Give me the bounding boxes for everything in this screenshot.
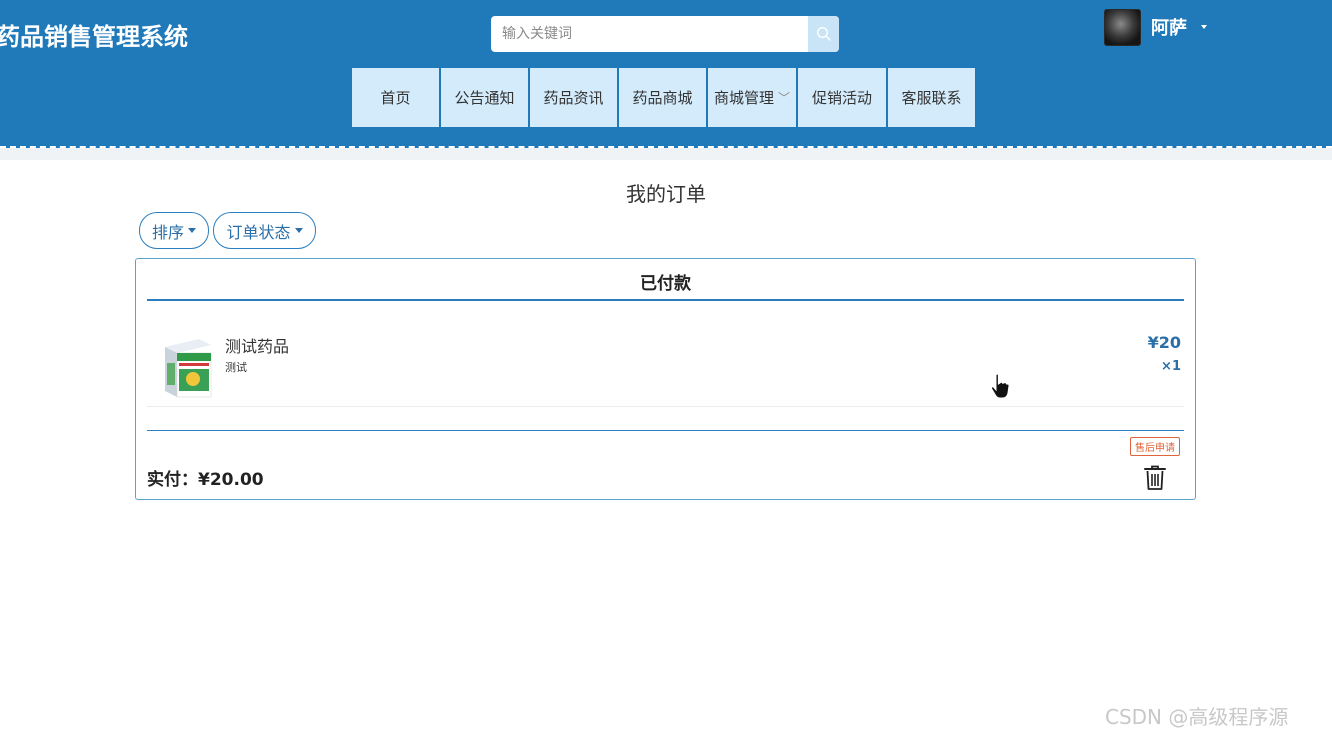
sort-dropdown[interactable]: 排序 — [139, 212, 209, 249]
chevron-down-icon: ﹀ — [778, 91, 791, 105]
order-status: 已付款 — [640, 274, 691, 294]
header-shadow — [0, 148, 1332, 160]
watermark: CSDN @高级程序源 — [1105, 705, 1289, 729]
item-description: 测试 — [225, 361, 247, 374]
paid-total: 实付：¥20.00 — [147, 470, 264, 490]
order-item[interactable]: 测试药品 测试 ¥20 ×1 — [147, 323, 1184, 407]
status-label: 订单状态 — [226, 222, 291, 242]
nav-item-promotions[interactable]: 促销活动 — [798, 68, 886, 127]
order-card: 已付款 测试药品 测试 ¥20 ×1 售后申请 实付：¥20.00 — [135, 258, 1196, 500]
order-status-dropdown[interactable]: 订单状态 — [213, 212, 316, 249]
hand-pointer-icon — [990, 373, 1010, 399]
username[interactable]: 阿萨 — [1151, 14, 1187, 40]
search-input[interactable] — [491, 16, 808, 52]
caret-down-icon — [188, 228, 196, 233]
search-button[interactable] — [808, 16, 839, 52]
item-price: ¥20 — [1147, 333, 1181, 352]
header-bar: 药品销售管理系统 阿萨 首页 公告通知 药品资讯 药品商城 商城管理 ﹀ 促销活动… — [0, 0, 1332, 148]
search-box — [491, 16, 839, 52]
nav-label: 促销活动 — [811, 89, 872, 107]
after-sale-button[interactable]: 售后申请 — [1130, 437, 1180, 456]
divider — [147, 430, 1184, 431]
user-menu[interactable]: 阿萨 — [1104, 8, 1207, 46]
nav-label: 公告通知 — [454, 89, 515, 107]
caret-down-icon — [294, 228, 303, 233]
sort-label: 排序 — [151, 222, 184, 242]
nav-label: 药品资讯 — [543, 89, 604, 107]
product-image[interactable] — [159, 333, 215, 399]
nav-item-notices[interactable]: 公告通知 — [441, 68, 528, 127]
item-quantity: ×1 — [1161, 359, 1181, 374]
search-icon — [816, 26, 831, 41]
nav-label: 药品商城 — [632, 89, 693, 107]
trash-icon[interactable] — [1143, 464, 1167, 491]
nav-item-shop-admin[interactable]: 商城管理 ﹀ — [708, 68, 796, 127]
nav-item-shop[interactable]: 药品商城 — [619, 68, 706, 127]
avatar[interactable] — [1104, 8, 1141, 46]
caret-down-icon[interactable] — [1201, 25, 1207, 29]
nav-label: 客服联系 — [901, 89, 962, 107]
nav-label: 首页 — [380, 89, 411, 107]
nav-label: 商城管理 — [713, 89, 774, 107]
item-name[interactable]: 测试药品 — [225, 333, 289, 357]
app-title: 药品销售管理系统 — [0, 23, 188, 51]
divider — [147, 299, 1184, 301]
page-title: 我的订单 — [626, 182, 706, 206]
nav-item-news[interactable]: 药品资讯 — [530, 68, 617, 127]
nav-item-home[interactable]: 首页 — [352, 68, 439, 127]
nav-item-support[interactable]: 客服联系 — [888, 68, 975, 127]
main-nav: 首页 公告通知 药品资讯 药品商城 商城管理 ﹀ 促销活动 客服联系 — [352, 68, 977, 127]
